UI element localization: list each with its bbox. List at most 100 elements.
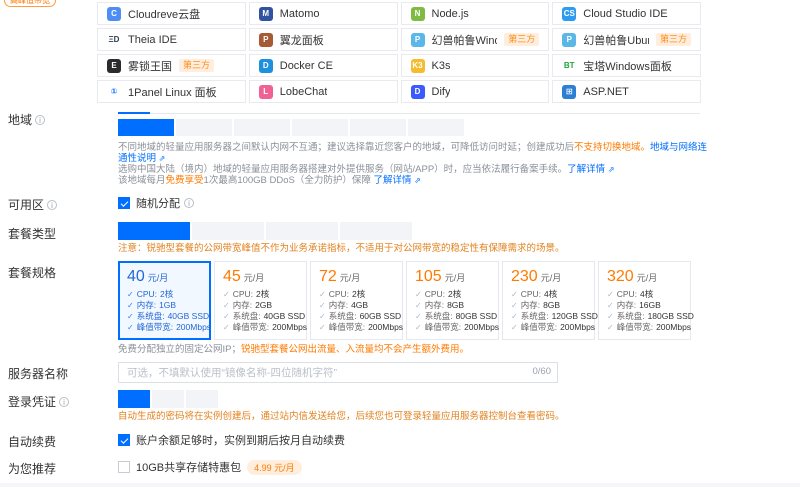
- login-option-button[interactable]: [152, 390, 184, 408]
- auto-renew-section: 自动续费 账户余额足够时，实例到期后按月自动续费: [8, 430, 800, 450]
- plan-memory: 内存:4GB: [319, 300, 394, 311]
- icp-help-link[interactable]: 了解详情: [567, 164, 605, 175]
- check-icon: [127, 311, 134, 322]
- plan-price-unit: 元/月: [541, 271, 562, 284]
- plan-card[interactable]: 72 元/月 CPU:2核 内存:4GB 系统盘:60GB SSD 峰值带宽:2…: [310, 261, 403, 340]
- plan-price: 320: [607, 268, 634, 286]
- app-image-card[interactable]: D Dify: [401, 80, 550, 103]
- app-image-card[interactable]: N Node.js: [401, 2, 550, 25]
- check-icon: [415, 322, 422, 333]
- plan-price: 45: [223, 268, 241, 286]
- third-party-badge: 第三方: [504, 33, 539, 46]
- login-option-button[interactable]: [186, 390, 218, 408]
- app-image-label: Node.js: [432, 8, 469, 20]
- storage-pack-checkbox[interactable]: [118, 461, 130, 473]
- auto-renew-checkbox[interactable]: [118, 434, 130, 446]
- plan-price-unit: 元/月: [340, 271, 361, 284]
- external-link-icon[interactable]: [159, 154, 166, 163]
- plan-card[interactable]: 105 元/月 CPU:2核 内存:8GB 系统盘:80GB SSD 峰值带宽:…: [406, 261, 499, 340]
- app-image-label: Dify: [432, 86, 451, 98]
- check-icon: [223, 300, 230, 311]
- check-icon: [127, 322, 134, 333]
- app-image-label: K3s: [432, 60, 451, 72]
- storage-pack-price-badge: 4.99 元/月: [247, 460, 302, 475]
- plan-price-unit: 元/月: [148, 271, 169, 284]
- auto-renew-label: 自动续费: [8, 430, 118, 450]
- plan-memory: 内存:8GB: [511, 300, 586, 311]
- plan-card[interactable]: 45 元/月 CPU:2核 内存:2GB 系统盘:40GB SSD 峰值带宽:2…: [214, 261, 307, 340]
- app-image-card[interactable]: CS Cloud Studio IDE: [552, 2, 701, 25]
- plan-type-note: 注意：锐驰型套餐的公网带宽峰值不作为业务承诺指标，不适用于对公网带宽的稳定性有保…: [118, 243, 800, 254]
- info-icon[interactable]: [184, 198, 194, 208]
- app-image-card[interactable]: E 雾锁王国 第三方: [97, 54, 246, 77]
- external-link-icon[interactable]: [414, 176, 421, 185]
- plan-memory: 内存:16GB: [607, 300, 682, 311]
- app-image-label: Theia IDE: [128, 34, 177, 46]
- app-image-card[interactable]: P 幻兽帕鲁Windows 第三方: [401, 28, 550, 51]
- server-name-input[interactable]: [118, 362, 558, 383]
- plan-disk: 系统盘:180GB SSD: [607, 311, 682, 322]
- region-tab[interactable]: [118, 108, 150, 114]
- login-option-button[interactable]: [118, 390, 150, 408]
- plan-price: 105: [415, 268, 442, 286]
- info-icon[interactable]: [35, 115, 45, 125]
- check-icon: [319, 311, 326, 322]
- external-link-icon[interactable]: [608, 165, 615, 174]
- app-image-card[interactable]: K3 K3s: [401, 54, 550, 77]
- region-city-button[interactable]: [234, 119, 290, 136]
- app-image-card[interactable]: ① 1Panel Linux 面板: [97, 80, 246, 103]
- plan-card[interactable]: 40 元/月 CPU:2核 内存:1GB 系统盘:40GB SSD 峰值带宽:2…: [118, 261, 211, 340]
- region-city-button[interactable]: [118, 119, 174, 136]
- info-icon[interactable]: [47, 200, 57, 210]
- check-icon: [511, 311, 518, 322]
- ddos-help-link[interactable]: 了解详情: [374, 175, 412, 186]
- login-options: [118, 390, 800, 408]
- plan-cpu: CPU:4核: [511, 289, 586, 300]
- info-icon[interactable]: [59, 397, 69, 407]
- k3s-icon: K3: [411, 59, 425, 73]
- nodejs-icon: N: [411, 7, 425, 21]
- region-city-button[interactable]: [408, 119, 464, 136]
- plan-type-button[interactable]: [192, 222, 264, 240]
- region-section: 地域 不同地域的轻量应用服务器之间默认内网不互通；建议选择靠近您客户的地域，可降…: [8, 108, 800, 186]
- app-image-card[interactable]: P 翼龙面板: [249, 28, 398, 51]
- plan-type-button[interactable]: [340, 222, 412, 240]
- app-image-card[interactable]: BT 宝塔Windows面板: [552, 54, 701, 77]
- lobechat-icon: L: [259, 85, 273, 99]
- plan-bandwidth: 峰值带宽:200Mbps: [511, 322, 586, 333]
- plan-cpu: CPU:4核: [607, 289, 682, 300]
- app-image-label: Matomo: [280, 8, 320, 20]
- app-image-card[interactable]: P 幻兽帕鲁Ubuntu 第三方: [552, 28, 701, 51]
- region-city-button[interactable]: [292, 119, 348, 136]
- plan-type-button[interactable]: [266, 222, 338, 240]
- region-cities: [118, 119, 800, 136]
- app-image-card[interactable]: M Matomo: [249, 2, 398, 25]
- app-image-card[interactable]: D Docker CE: [249, 54, 398, 77]
- region-tab[interactable]: [150, 108, 182, 113]
- plan-price: 230: [511, 268, 538, 286]
- app-image-card[interactable]: ΞD Theia IDE: [97, 28, 246, 51]
- app-image-card[interactable]: C Cloudreve云盘: [97, 2, 246, 25]
- plan-bandwidth: 峰值带宽:200Mbps: [319, 322, 394, 333]
- plan-disk: 系统盘:40GB SSD: [223, 311, 298, 322]
- region-label: 地域: [8, 108, 118, 128]
- app-image-card[interactable]: ⊞ ASP.NET: [552, 80, 701, 103]
- random-assign-checkbox[interactable]: [118, 197, 130, 209]
- plan-card[interactable]: 230 元/月 CPU:4核 内存:8GB 系统盘:120GB SSD 峰值带宽…: [502, 261, 595, 340]
- region-tab[interactable]: [182, 108, 214, 113]
- plan-type-button[interactable]: [118, 222, 190, 240]
- recommend-label: 为您推荐: [8, 457, 118, 477]
- recommend-section: 为您推荐 10GB共享存储特惠包 4.99 元/月: [8, 457, 800, 477]
- app-image-label: Docker CE: [280, 60, 333, 72]
- plan-type-options: [118, 222, 800, 240]
- app-image-label: LobeChat: [280, 86, 328, 98]
- plan-card[interactable]: 320 元/月 CPU:4核 内存:16GB 系统盘:180GB SSD 峰值带…: [598, 261, 691, 340]
- plan-cpu: CPU:2核: [415, 289, 490, 300]
- plan-bandwidth: 峰值带宽:200Mbps: [223, 322, 298, 333]
- region-city-button[interactable]: [176, 119, 232, 136]
- baota-bt-icon: BT: [562, 59, 576, 73]
- region-city-button[interactable]: [350, 119, 406, 136]
- app-image-card[interactable]: L LobeChat: [249, 80, 398, 103]
- check-icon: [319, 289, 326, 300]
- random-assign-label: 随机分配: [136, 195, 180, 211]
